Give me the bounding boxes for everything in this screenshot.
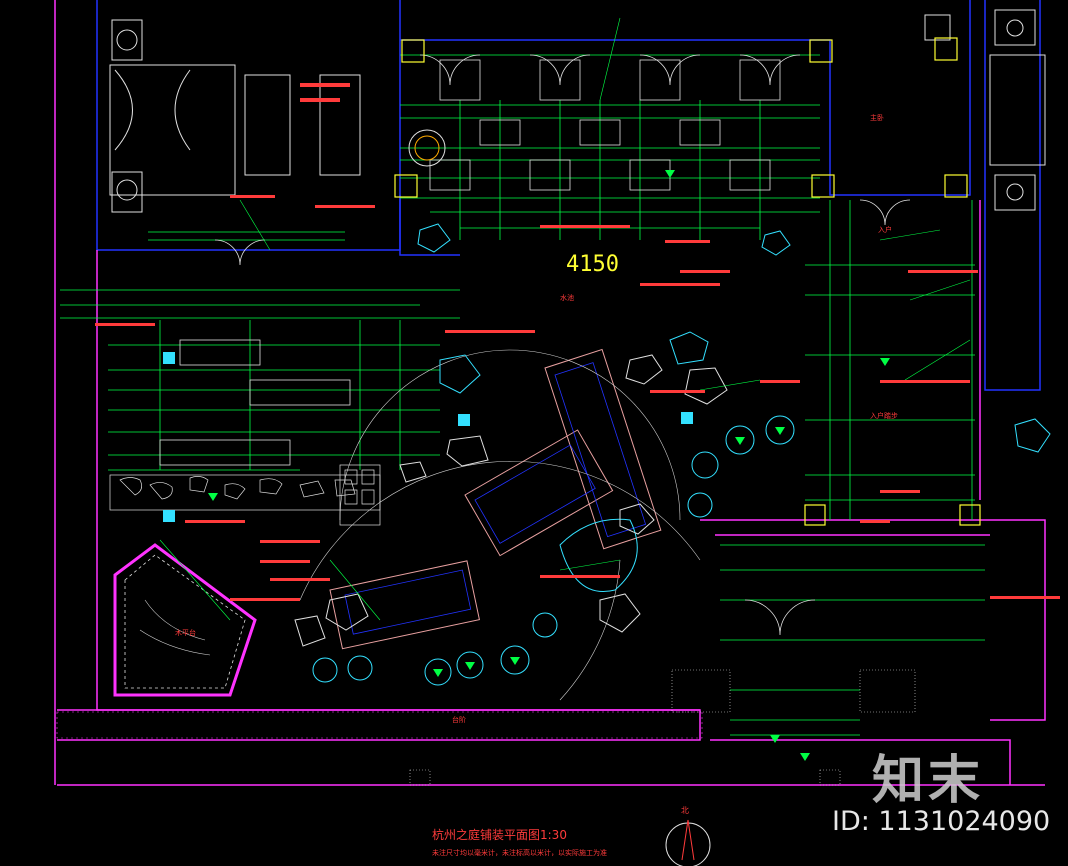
leader-lines <box>159 17 971 621</box>
columns <box>394 37 981 526</box>
dimension-lines <box>60 54 985 736</box>
watermark-logo: 知末 <box>872 751 985 811</box>
label-entry: 入户 <box>878 225 892 234</box>
paving-blocks <box>159 59 781 466</box>
boulders <box>294 223 1051 647</box>
watermark-id: ID: 1131024090 <box>832 806 1051 837</box>
drawing-note: 未注尺寸均以毫米计，未注标高以米计，以实际施工为准 <box>432 849 607 857</box>
water-channels-inner <box>344 362 647 635</box>
annotation-bars <box>95 83 1060 601</box>
label-entrance-steps: 入户踏步 <box>870 411 898 420</box>
label-water: 水池 <box>560 293 574 302</box>
hatched-wall-strip <box>56 711 703 739</box>
label-wood-deck: 木平台 <box>175 628 196 637</box>
shrub-markers <box>208 170 890 761</box>
water-channels <box>329 348 662 650</box>
overall-dimension-4150: 4150 <box>566 252 619 277</box>
shrubs <box>312 415 795 686</box>
cad-plan-drawing: 入户 主卧 入户踏步 水池 木平台 台阶 <box>54 0 1060 866</box>
north-arrow <box>665 819 711 866</box>
furniture-sofa <box>109 19 361 213</box>
lighting-fixtures <box>163 352 693 522</box>
north-label: 北 <box>681 806 689 815</box>
drawing-title: 杭州之庭铺装平面图1:30 <box>432 828 567 842</box>
wood-deck <box>113 543 257 697</box>
zone-labels: 入户 主卧 入户踏步 水池 木平台 台阶 <box>175 113 898 724</box>
label-stair: 台阶 <box>452 715 466 724</box>
stone-paving <box>109 464 381 526</box>
gravel-pits <box>409 669 916 786</box>
label-bedroom: 主卧 <box>870 113 884 122</box>
